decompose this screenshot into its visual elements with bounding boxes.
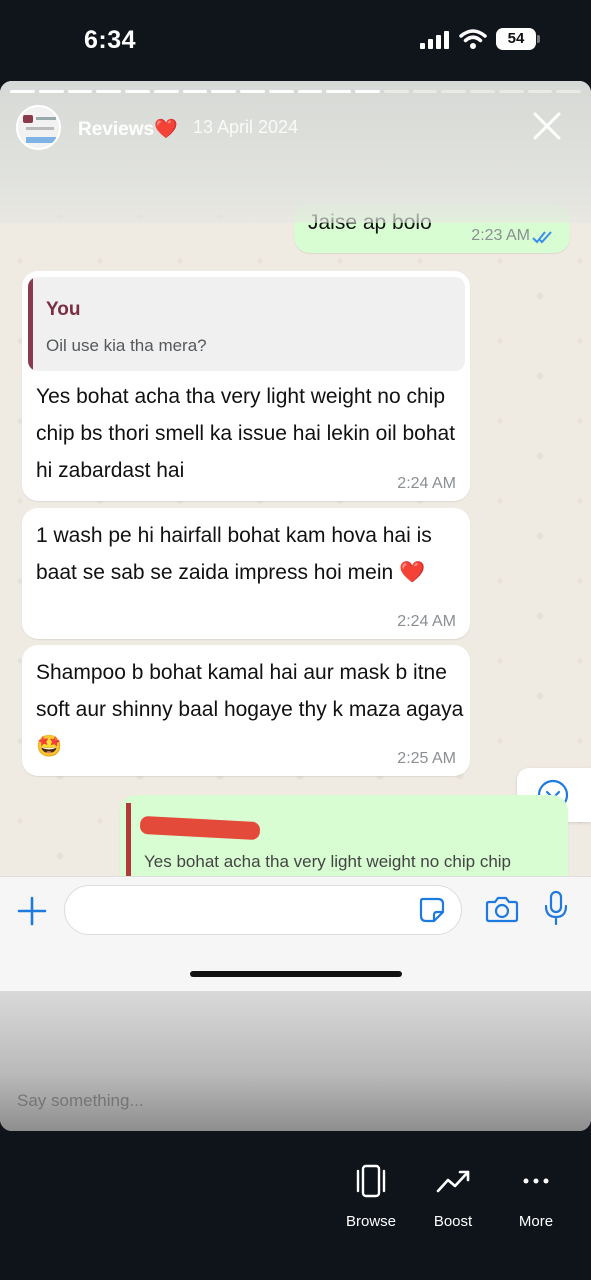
- browse-button[interactable]: Browse: [331, 1161, 411, 1231]
- boost-button[interactable]: Boost: [413, 1161, 493, 1231]
- status-time: 6:34: [84, 26, 137, 54]
- story-progress-bar: [10, 90, 581, 94]
- story-progress-segment: [498, 90, 524, 93]
- incoming-message-bubble: You Oil use kia tha mera? Yes bohat acha…: [22, 271, 470, 501]
- avatar[interactable]: [16, 105, 61, 150]
- story-progress-segment: [527, 90, 553, 93]
- browse-icon: [356, 1164, 386, 1198]
- story-header: Reviews❤️ 13 April 2024: [16, 105, 576, 151]
- browse-label: Browse: [345, 1213, 397, 1230]
- message-time: 2:23 AM: [471, 227, 530, 244]
- story-progress-segment: [96, 90, 121, 93]
- story-progress-segment: [10, 90, 35, 93]
- more-button[interactable]: More: [496, 1161, 576, 1231]
- story-progress-segment: [355, 90, 380, 93]
- story-progress-segment: [268, 90, 294, 93]
- microphone-icon[interactable]: [542, 890, 570, 926]
- quoted-message[interactable]: You Oil use kia tha mera?: [28, 277, 465, 371]
- message-time: 2:24 AM: [397, 475, 456, 492]
- incoming-message-bubble: 1 wash pe hi hairfall bohat kam hova hai…: [22, 508, 470, 639]
- story-progress-segment: [412, 90, 438, 93]
- story-progress-segment: [182, 90, 208, 93]
- home-indicator: [190, 971, 402, 977]
- story-progress-segment: [211, 90, 236, 93]
- plus-icon[interactable]: [16, 895, 48, 927]
- close-icon[interactable]: [532, 111, 562, 141]
- camera-icon[interactable]: [485, 894, 519, 924]
- story-progress-segment: [38, 90, 64, 93]
- message-composer: [0, 876, 591, 991]
- status-bar: 6:34 54: [0, 0, 591, 80]
- incoming-message-bubble: Shampoo b bohat kamal hai aur mask b itn…: [22, 645, 470, 776]
- story-progress-segment: [383, 90, 409, 93]
- battery-level: 54: [496, 28, 536, 50]
- story-card[interactable]: Jaise ap bolo 2:23 AM Reviews❤️ 13 April…: [0, 81, 591, 1131]
- double-check-icon: [532, 231, 552, 244]
- redacted-name: [139, 815, 261, 841]
- message-text: Shampoo b bohat kamal hai aur mask b itn…: [36, 661, 464, 758]
- cellular-signal-icon: [420, 31, 449, 49]
- story-date: 13 April 2024: [193, 117, 299, 137]
- bottom-nav: Browse Boost More: [0, 1131, 591, 1280]
- story-header-overlay: Reviews❤️ 13 April 2024: [0, 81, 591, 223]
- story-progress-segment: [441, 90, 466, 93]
- quote-text: Yes bohat acha tha very light weight no …: [144, 852, 512, 871]
- story-progress-segment: [297, 90, 323, 93]
- story-progress-segment: [470, 90, 495, 93]
- message-text: Yes bohat acha tha very light weight no …: [36, 385, 456, 482]
- message-text: 1 wash pe hi hairfall bohat kam hova hai…: [36, 524, 432, 584]
- sticker-icon[interactable]: [418, 896, 446, 924]
- story-title[interactable]: Reviews❤️: [78, 117, 178, 141]
- story-progress-segment: [240, 90, 265, 93]
- quote-text: Oil use kia tha mera?: [46, 336, 207, 355]
- story-footer: [0, 991, 591, 1131]
- boost-label: Boost: [433, 1213, 473, 1230]
- story-reply-input[interactable]: [17, 1089, 437, 1113]
- wifi-icon: [459, 29, 487, 49]
- trending-up-icon: [436, 1170, 470, 1193]
- message-time: 2:25 AM: [397, 750, 456, 767]
- story-progress-segment: [125, 90, 150, 93]
- story-progress-segment: [556, 90, 581, 93]
- story-progress-segment: [67, 90, 93, 93]
- more-label: More: [518, 1213, 554, 1230]
- quote-author: You: [46, 299, 81, 320]
- story-progress-segment: [326, 90, 351, 93]
- battery-icon: 54: [496, 28, 540, 50]
- message-input[interactable]: [64, 885, 462, 935]
- story-progress-segment: [153, 90, 179, 93]
- message-time: 2:24 AM: [397, 613, 456, 630]
- more-icon: [523, 1178, 549, 1184]
